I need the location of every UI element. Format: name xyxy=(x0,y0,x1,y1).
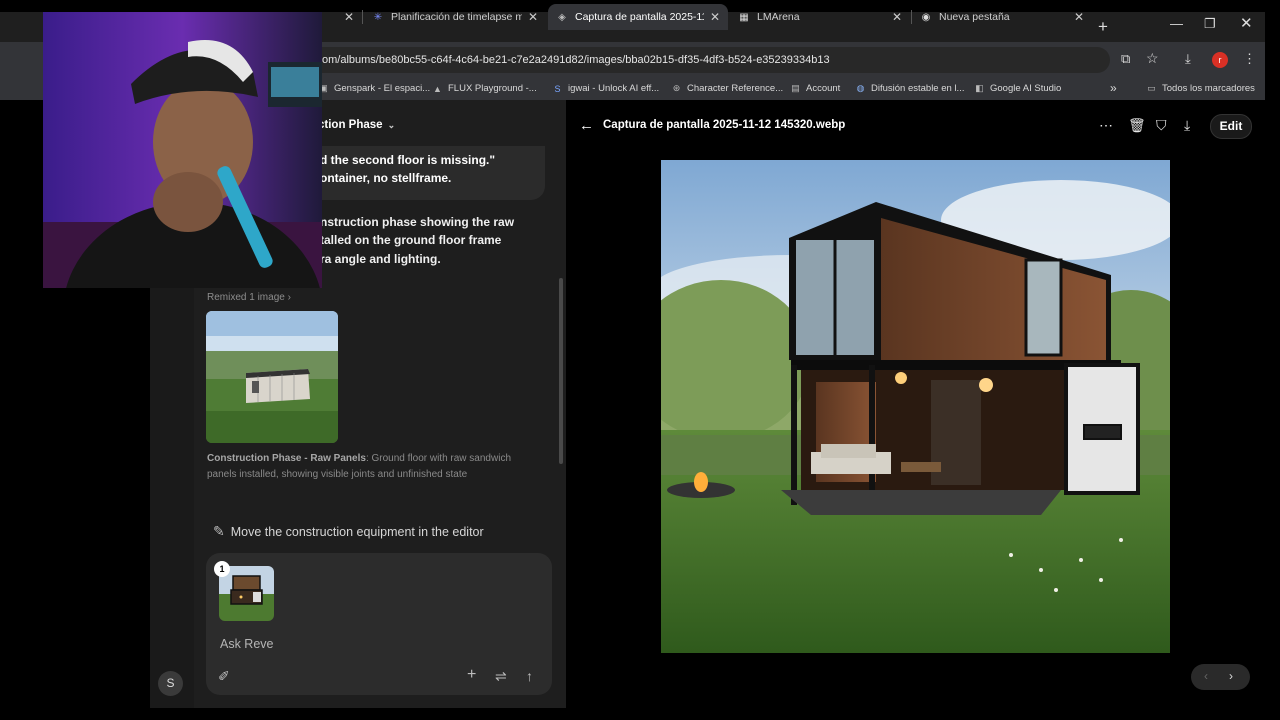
restore-icon[interactable]: ❐ xyxy=(1204,16,1216,32)
image-filename: Captura de pantalla 2025-11-12 145320.we… xyxy=(603,119,846,131)
trash-icon[interactable]: 🗑 xyxy=(1128,117,1146,134)
webcam-overlay xyxy=(43,12,322,288)
bookmark-igwai[interactable]: Sigwai - Unlock AI eff... xyxy=(552,83,659,94)
house-photo[interactable] xyxy=(631,160,1211,653)
bookmarks-more[interactable]: » xyxy=(1110,81,1117,95)
all-bookmarks[interactable]: ▭ Todos los marcadores xyxy=(1146,83,1255,94)
edit-hint[interactable]: ✎ Move the construction equipment in the … xyxy=(213,523,484,540)
assistant-message-line: nstruction phase showing the raw xyxy=(320,215,515,229)
reve-icon: ◈ xyxy=(558,11,566,23)
grid-icon: ▦ xyxy=(739,11,749,23)
chevron-right-icon: › xyxy=(287,292,291,303)
edit-button[interactable]: Edit xyxy=(1210,114,1252,139)
pager: ‹ › xyxy=(1191,664,1250,690)
page-icon: ▤ xyxy=(791,83,800,93)
close-icon[interactable]: ✕ xyxy=(892,10,902,24)
attachment-count-badge: 1 xyxy=(214,561,230,577)
chat-title[interactable]: ction Phase ⌄ xyxy=(318,119,395,131)
download-icon[interactable]: ⤓ xyxy=(1184,117,1190,134)
profile-avatar[interactable]: r xyxy=(1212,52,1228,68)
openai-icon: ⊛ xyxy=(672,83,681,93)
new-tab-button[interactable]: + xyxy=(1098,17,1108,37)
globe-icon: ◍ xyxy=(856,83,865,93)
tab-captura[interactable]: ◈ Captura de pantalla 2025-11-12 ✕ xyxy=(548,4,728,30)
scrollbar[interactable] xyxy=(559,278,563,464)
bookmark-account[interactable]: ▤ Account xyxy=(790,83,840,94)
close-icon[interactable]: ✕ xyxy=(710,10,720,24)
chevron-left-icon[interactable]: ‹ xyxy=(1204,669,1208,683)
ai-studio-icon: ◧ xyxy=(975,83,984,93)
send-arrow-icon[interactable]: ↑ xyxy=(526,668,533,684)
generated-image-thumbnail[interactable] xyxy=(206,311,338,443)
assistant-message-line: talled on the ground floor frame xyxy=(320,233,502,247)
tab-lmarena[interactable]: ▦ LMArena ✕ xyxy=(730,4,910,30)
bookmark-genspark[interactable]: ▣ Genspark - El espaci... xyxy=(318,83,430,94)
claude-icon: ✳ xyxy=(373,11,383,23)
chevron-right-icon[interactable]: › xyxy=(1229,669,1233,683)
chevron-down-icon: ⌄ xyxy=(387,120,396,130)
minimize-icon[interactable]: — xyxy=(1170,16,1183,31)
prompt-input[interactable]: Ask Reve xyxy=(220,637,274,651)
close-icon[interactable]: ✕ xyxy=(1074,10,1084,24)
add-icon[interactable]: + xyxy=(467,666,476,684)
bookmark-flux[interactable]: ▲ FLUX Playground -... xyxy=(432,83,537,94)
back-arrow-icon[interactable]: ← xyxy=(579,117,594,134)
bookmark-ai-studio[interactable]: ◧ Google AI Studio xyxy=(974,83,1061,94)
close-icon[interactable]: ✕ xyxy=(528,10,538,24)
folder-icon: ▭ xyxy=(1147,83,1156,93)
image-caption: Construction Phase - Raw Panels: Ground … xyxy=(207,453,512,480)
bookmark-difusion[interactable]: ◍ Difusión estable en l... xyxy=(855,83,965,94)
close-window-icon[interactable]: ✕ xyxy=(1240,14,1253,32)
edit-tool-icon[interactable]: ✐ xyxy=(218,668,230,685)
more-icon[interactable]: ⋯ xyxy=(1099,117,1113,134)
bookmark-character[interactable]: ⊛ Character Reference... xyxy=(671,83,783,94)
bookmark-icon[interactable]: ⛉ xyxy=(1156,117,1167,134)
close-icon[interactable]: ✕ xyxy=(344,10,354,24)
igwai-icon: S xyxy=(554,83,561,94)
user-avatar[interactable]: S xyxy=(158,671,183,696)
url-text[interactable]: om/albums/be80bc55-c64f-4c64-be21-c7e2a2… xyxy=(322,54,830,66)
pencil-icon: ✎ xyxy=(213,523,225,539)
tab-timelapse[interactable]: ✳ Planificación de timelapse mo ✕ xyxy=(364,4,546,30)
download-icon[interactable]: ⤓ xyxy=(1185,51,1191,67)
chrome-icon: ◉ xyxy=(921,11,931,23)
tab-divider xyxy=(362,10,363,24)
settings-sliders-icon[interactable]: ⇌ xyxy=(495,668,507,685)
remixed-link[interactable]: Remixed 1 image › xyxy=(207,292,291,303)
install-app-icon[interactable]: ⧉ xyxy=(1121,51,1130,67)
menu-icon[interactable]: ⋮ xyxy=(1243,51,1256,67)
tab-nueva[interactable]: ◉ Nueva pestaña ✕ xyxy=(912,4,1092,30)
user-message-line: ontainer, no stellframe. xyxy=(320,171,452,185)
flux-icon: ▲ xyxy=(433,83,442,94)
tab-partial[interactable]: ✕ xyxy=(322,4,362,30)
assistant-message-line: ra angle and lighting. xyxy=(320,252,441,266)
star-icon[interactable]: ☆ xyxy=(1146,50,1159,67)
user-message-line: d the second floor is missing." xyxy=(320,153,496,167)
